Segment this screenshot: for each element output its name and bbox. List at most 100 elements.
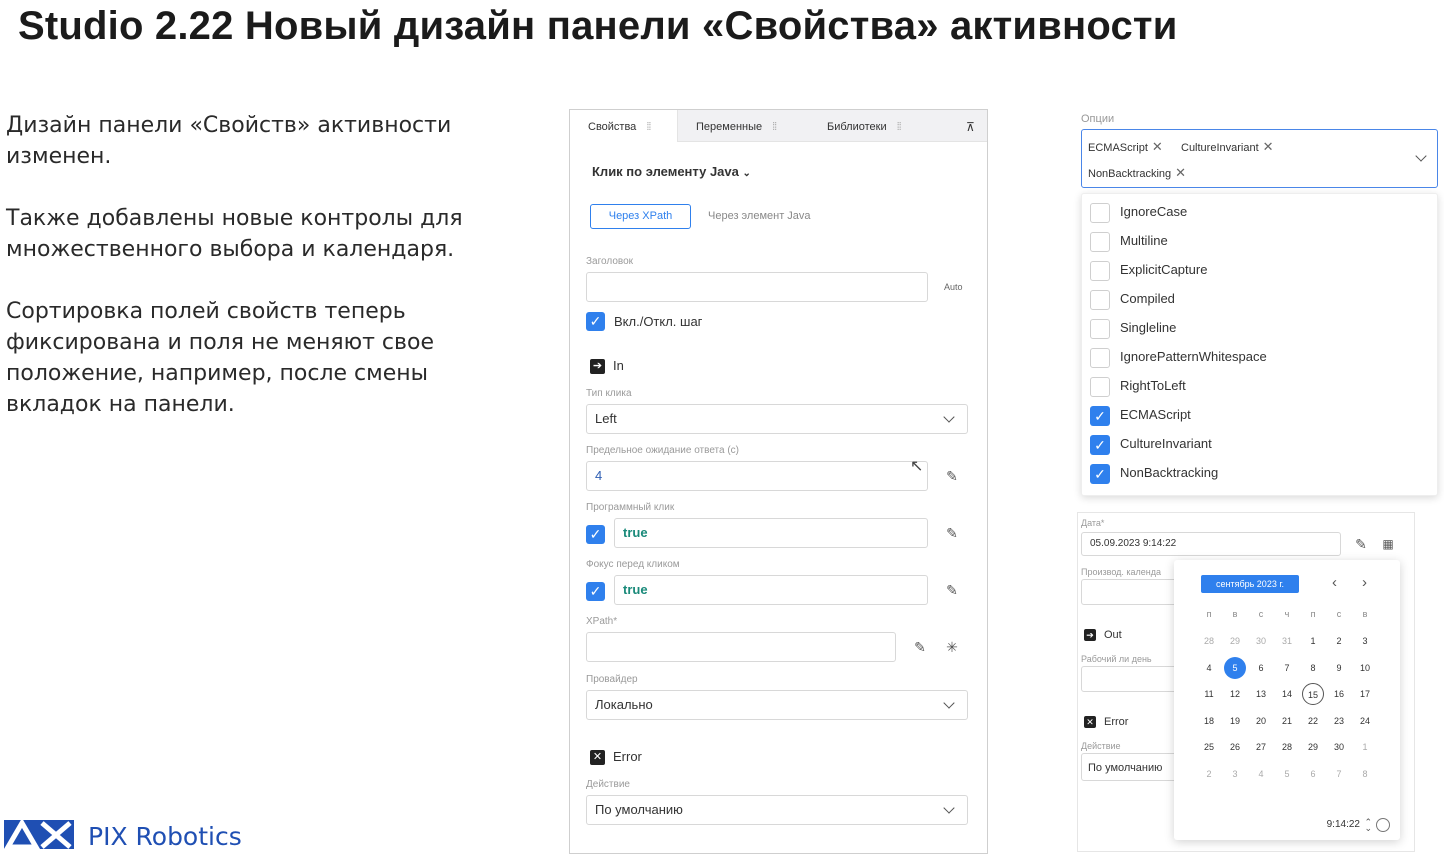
option-checkbox[interactable] (1090, 376, 1110, 397)
calendar-day[interactable]: 4 (1250, 763, 1272, 785)
option-item[interactable]: IgnorePatternWhitespace (1090, 347, 1267, 368)
option-checkbox[interactable]: ✓ (1090, 434, 1110, 455)
calendar-day[interactable]: 17 (1354, 683, 1376, 705)
option-item[interactable]: ExplicitCapture (1090, 260, 1207, 281)
edit-icon[interactable]: ✎ (944, 468, 960, 484)
calendar-day[interactable]: 7 (1276, 657, 1298, 679)
calendar-day[interactable]: 28 (1276, 736, 1298, 758)
calendar-day[interactable]: 10 (1354, 657, 1376, 679)
calendar-day[interactable]: 3 (1224, 763, 1246, 785)
prog-click-checkbox[interactable]: ✓ (586, 525, 605, 544)
calendar-day[interactable]: 15 (1302, 683, 1324, 705)
calendar-day[interactable]: 14 (1276, 683, 1298, 705)
close-icon[interactable]: ✕ (1175, 165, 1186, 180)
calendar-day[interactable]: 29 (1302, 736, 1324, 758)
calendar-day[interactable]: 29 (1224, 630, 1246, 652)
calendar-day[interactable]: 6 (1250, 657, 1272, 679)
calendar-day[interactable]: 6 (1302, 763, 1324, 785)
timeout-input[interactable]: 4 (586, 461, 928, 491)
option-checkbox[interactable] (1090, 260, 1110, 281)
option-item[interactable]: RightToLeft (1090, 376, 1186, 397)
calendar-day[interactable]: 12 (1224, 683, 1246, 705)
prog-click-input[interactable]: true (614, 518, 928, 548)
month-label[interactable]: сентябрь 2023 г. (1201, 575, 1299, 593)
prev-month-icon[interactable]: ‹ (1332, 574, 1337, 591)
calendar-day[interactable]: 2 (1328, 630, 1350, 652)
calendar-day[interactable]: 18 (1198, 710, 1220, 732)
xpath-input[interactable] (586, 632, 896, 662)
option-item[interactable]: Multiline (1090, 231, 1168, 252)
calendar-day[interactable]: 1 (1354, 736, 1376, 758)
edit-icon[interactable]: ✎ (1353, 536, 1369, 552)
clock-icon[interactable] (1376, 818, 1390, 832)
option-item[interactable]: ✓ NonBacktracking (1090, 463, 1218, 484)
calendar-day[interactable]: 30 (1250, 630, 1272, 652)
calendar-day[interactable]: 5 (1276, 763, 1298, 785)
tab-libraries[interactable]: Библиотеки ⁞⁞ (827, 110, 927, 142)
header-input[interactable] (586, 272, 928, 302)
action-select[interactable]: По умолчанию (1081, 753, 1181, 781)
calendar-day[interactable]: 26 (1224, 736, 1246, 758)
calendar-day[interactable]: 7 (1328, 763, 1350, 785)
chevron-down-icon[interactable] (1415, 150, 1427, 162)
calendar-day[interactable]: 21 (1276, 710, 1298, 732)
calendar-day[interactable]: 23 (1328, 710, 1350, 732)
calendar-day[interactable]: 28 (1198, 630, 1220, 652)
tab-properties[interactable]: Свойства ⁞⁞ (570, 110, 678, 142)
edit-icon[interactable]: ✎ (944, 582, 960, 598)
calendar-day[interactable]: 20 (1250, 710, 1272, 732)
action-select[interactable]: По умолчанию (586, 795, 968, 825)
option-checkbox[interactable] (1090, 231, 1110, 252)
calendar-day[interactable]: 13 (1250, 683, 1272, 705)
calendar-day[interactable]: 5 (1224, 656, 1246, 679)
focus-checkbox[interactable]: ✓ (586, 582, 605, 601)
close-icon[interactable]: ✕ (1152, 139, 1163, 154)
tab-variables[interactable]: Переменные ⁞⁞ (696, 110, 806, 142)
edit-icon[interactable]: ✎ (944, 525, 960, 541)
option-item[interactable]: ✓ CultureInvariant (1090, 434, 1212, 455)
option-item[interactable]: Compiled (1090, 289, 1175, 310)
calendar-day[interactable]: 9 (1328, 657, 1350, 679)
option-checkbox[interactable] (1090, 202, 1110, 223)
calendar-day[interactable]: 16 (1328, 683, 1350, 705)
provider-select[interactable]: Локально (586, 690, 968, 720)
time-stepper-icon[interactable]: ⌃ ⌄ (1364, 818, 1372, 833)
calendar-day[interactable]: 2 (1198, 763, 1220, 785)
option-checkbox[interactable]: ✓ (1090, 405, 1110, 426)
calendar-day[interactable]: 11 (1198, 683, 1220, 705)
prod-calendar-input[interactable] (1081, 579, 1181, 605)
option-checkbox[interactable]: ✓ (1090, 463, 1110, 484)
next-month-icon[interactable]: › (1362, 574, 1367, 591)
option-item[interactable]: Singleline (1090, 318, 1176, 339)
calendar-day[interactable]: 27 (1250, 736, 1272, 758)
calendar-day[interactable]: 8 (1302, 657, 1324, 679)
auto-label[interactable]: Auto (944, 282, 963, 292)
magic-wand-icon[interactable]: ✳ (944, 639, 960, 655)
click-type-select[interactable]: Left (586, 404, 968, 434)
calendar-day[interactable]: 22 (1302, 710, 1324, 732)
calendar-day[interactable]: 24 (1354, 710, 1376, 732)
edit-icon[interactable]: ✎ (912, 639, 928, 655)
options-multiselect[interactable]: ECMAScript ✕ CultureInvariant ✕ NonBacktra… (1081, 129, 1438, 188)
calendar-day[interactable]: 19 (1224, 710, 1246, 732)
option-checkbox[interactable] (1090, 347, 1110, 368)
option-checkbox[interactable] (1090, 318, 1110, 339)
toggle-step-checkbox[interactable]: ✓ (586, 312, 605, 331)
calendar-day[interactable]: 4 (1198, 657, 1220, 679)
mode-element-button[interactable]: Через элемент Java (708, 210, 811, 222)
option-item[interactable]: IgnoreCase (1090, 202, 1187, 223)
workday-input[interactable] (1081, 666, 1181, 692)
pin-icon[interactable]: ⊼ (966, 110, 978, 142)
option-checkbox[interactable] (1090, 289, 1110, 310)
calendar-day[interactable]: 3 (1354, 630, 1376, 652)
close-icon[interactable]: ✕ (1263, 139, 1274, 154)
activity-title[interactable]: Клик по элементу Java ⌄ (592, 164, 751, 179)
calendar-icon[interactable]: ▦ (1380, 536, 1396, 552)
calendar-day[interactable]: 31 (1276, 630, 1298, 652)
option-item[interactable]: ✓ ECMAScript (1090, 405, 1191, 426)
time-value[interactable]: 9:14:22 (1327, 819, 1360, 830)
mode-xpath-button[interactable]: Через XPath (590, 204, 691, 229)
calendar-day[interactable]: 30 (1328, 736, 1350, 758)
date-input[interactable]: 05.09.2023 9:14:22 (1081, 532, 1341, 556)
focus-input[interactable]: true (614, 575, 928, 605)
